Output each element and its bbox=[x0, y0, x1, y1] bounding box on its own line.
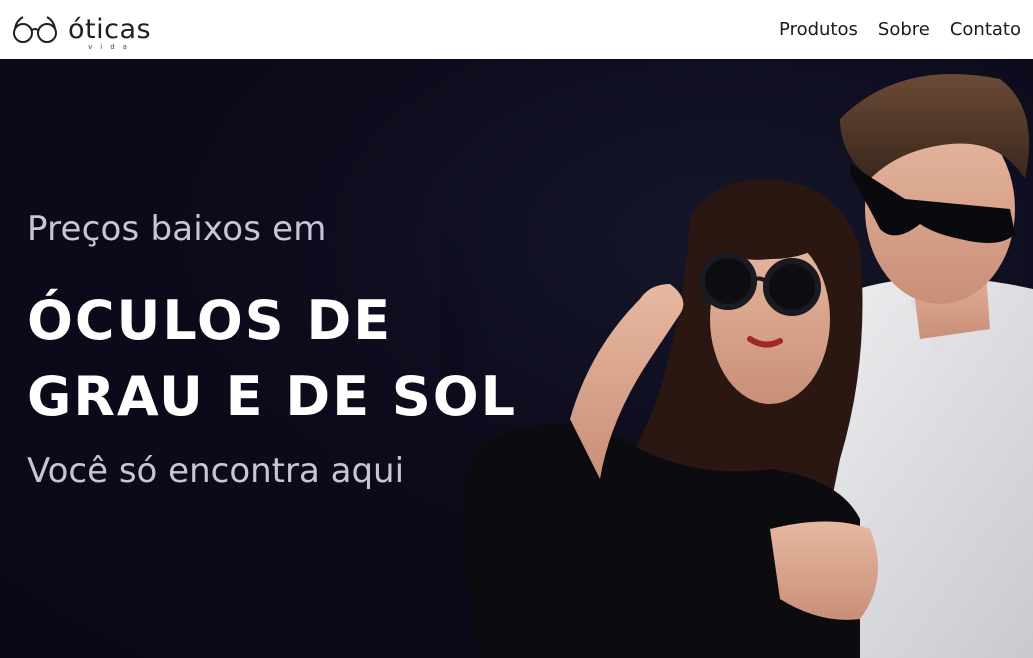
nav-sobre[interactable]: Sobre bbox=[878, 19, 930, 40]
hero-headline-line2: GRAU E DE SOL bbox=[27, 365, 518, 428]
brand-text: óticas vida bbox=[68, 14, 152, 51]
hero-pretitle: Preços baixos em bbox=[27, 209, 327, 249]
main-nav: Produtos Sobre Contato bbox=[779, 19, 1021, 40]
brand-logo[interactable]: óticas vida bbox=[12, 14, 152, 51]
hero-text: Preços baixos em ÓCULOS DE GRAU E DE SOL… bbox=[27, 209, 547, 491]
glasses-icon bbox=[13, 15, 57, 43]
hero-banner: Preços baixos em ÓCULOS DE GRAU E DE SOL… bbox=[0, 59, 1033, 658]
nav-contato[interactable]: Contato bbox=[950, 19, 1021, 40]
hero-headline-line1: ÓCULOS DE bbox=[27, 289, 393, 352]
brand-sub: vida bbox=[88, 43, 135, 51]
hero-headline: ÓCULOS DE GRAU E DE SOL bbox=[27, 283, 547, 435]
nav-produtos[interactable]: Produtos bbox=[779, 19, 858, 40]
hero-subtitle: Você só encontra aqui bbox=[27, 451, 405, 491]
site-header: óticas vida Produtos Sobre Contato bbox=[0, 0, 1033, 59]
brand-name: óticas bbox=[68, 14, 152, 45]
